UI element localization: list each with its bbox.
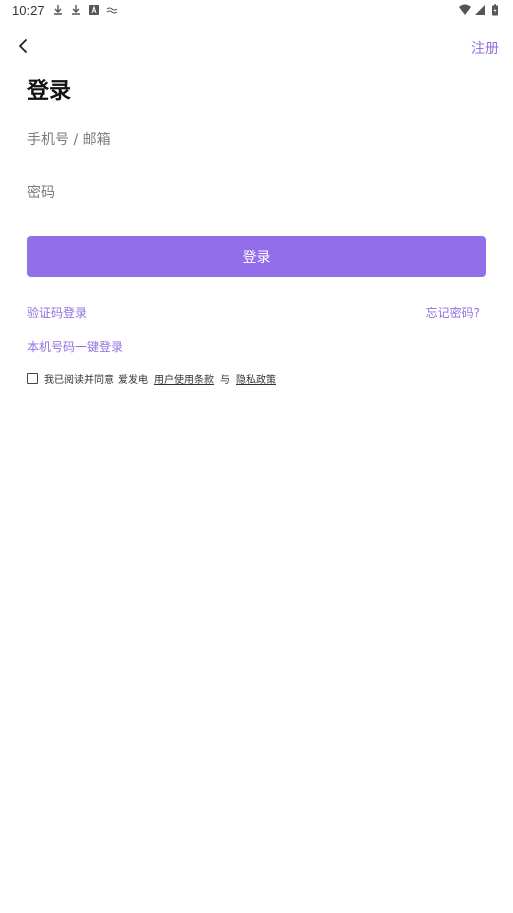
download-icon <box>72 5 80 15</box>
system-icons <box>459 4 501 16</box>
page-title: 登录 <box>27 79 72 104</box>
chevron-left-icon <box>19 39 27 53</box>
wifi-icon <box>459 4 471 15</box>
download-icon <box>54 5 62 15</box>
agreement-app-name: 爱发电 <box>118 375 148 386</box>
status-time: 10:27 <box>12 3 45 18</box>
signal-wave-icon <box>106 7 118 14</box>
onekey-login-link[interactable]: 本机号码一键登录 <box>27 338 123 355</box>
a-badge-icon <box>89 5 99 15</box>
battery-icon <box>492 4 498 16</box>
forgot-password-link[interactable]: 忘记密码? <box>426 304 480 321</box>
account-input[interactable] <box>27 126 486 154</box>
agreement-prefix: 我已阅读并同意 <box>44 375 114 386</box>
agreement-and: 与 <box>220 375 230 386</box>
terms-link[interactable]: 用户使用条款 <box>154 371 214 386</box>
agreement-checkbox[interactable] <box>27 373 38 384</box>
sms-login-link[interactable]: 验证码登录 <box>27 304 87 321</box>
cell-signal-icon <box>475 5 485 15</box>
status-bar: 10:27 <box>0 0 513 22</box>
privacy-link[interactable]: 隐私政策 <box>236 371 276 386</box>
notification-icons <box>52 4 118 16</box>
login-button[interactable]: 登录 <box>27 236 486 277</box>
register-link[interactable]: 注册 <box>471 38 499 58</box>
password-input[interactable] <box>27 179 486 207</box>
back-button[interactable] <box>14 36 34 56</box>
agreement-row: 我已阅读并同意 爱发电 用户使用条款 与 隐私政策 <box>27 371 276 386</box>
